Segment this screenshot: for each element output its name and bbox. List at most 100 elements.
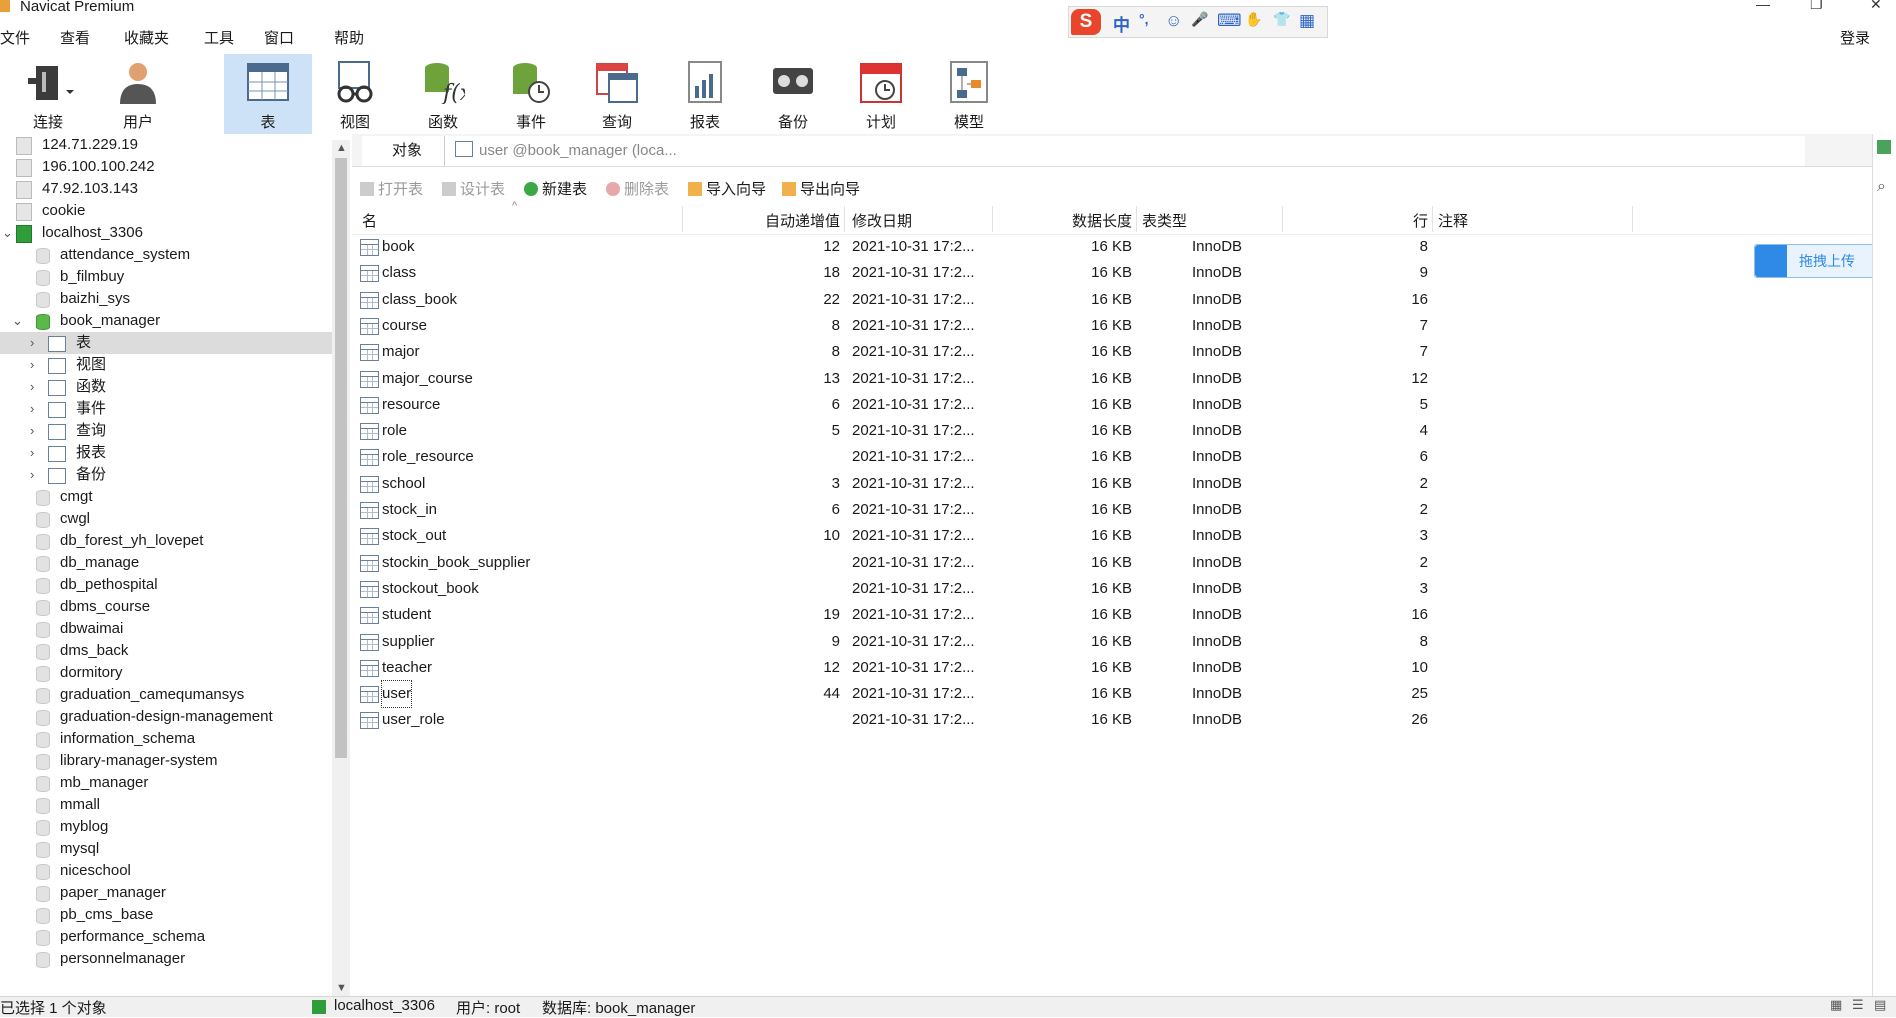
database-item[interactable]: library-manager-system <box>0 750 332 772</box>
table-row[interactable]: major 8 2021-10-31 17:2... 16 KB InnoDB 7 <box>352 339 1896 365</box>
database-item[interactable]: dms_back <box>0 640 332 662</box>
table-row[interactable]: school 3 2021-10-31 17:2... 16 KB InnoDB 2 <box>352 471 1896 497</box>
list-view-icon[interactable]: ☰ <box>1852 997 1864 1013</box>
database-object-folder[interactable]: › 视图 <box>0 354 332 376</box>
detail-view-icon[interactable]: ▤ <box>1874 997 1886 1013</box>
scroll-down-icon[interactable]: ▼ <box>336 982 347 994</box>
database-item[interactable]: db_pethospital <box>0 574 332 596</box>
col-modified-header[interactable]: 修改日期 <box>852 210 912 231</box>
database-item[interactable]: dormitory <box>0 662 332 684</box>
database-item[interactable]: mb_manager <box>0 772 332 794</box>
database-object-folder[interactable]: › 函数 <box>0 376 332 398</box>
database-item[interactable]: cwgl <box>0 508 332 530</box>
export-wizard-button[interactable]: 导出向导 <box>782 178 860 199</box>
tab-objects[interactable]: 对象 <box>362 136 452 166</box>
table-row[interactable]: role_resource 2021-10-31 17:2... 16 KB Inno… <box>352 444 1896 470</box>
connection-item[interactable]: 47.92.103.143 <box>0 178 332 200</box>
connection-item-localhost[interactable]: ⌄ localhost_3306 <box>0 222 332 244</box>
design-table-button[interactable]: 设计表 <box>442 178 505 199</box>
col-engine-header[interactable]: 表类型 <box>1142 210 1187 231</box>
database-item[interactable]: myblog <box>0 816 332 838</box>
toolbar-model-button[interactable]: 模型 <box>932 54 1006 134</box>
tab-manager-icon[interactable] <box>1877 140 1891 154</box>
table-row[interactable]: major_course 13 2021-10-31 17:2... 16 KB Inn… <box>352 366 1896 392</box>
col-name-header[interactable]: 名 <box>362 210 377 231</box>
restore-icon[interactable]: ❐ <box>1810 0 1823 13</box>
grid-view-icon[interactable]: ▦ <box>1830 997 1842 1013</box>
chevron-right-icon[interactable]: › <box>30 420 34 442</box>
toolbar-backup-button[interactable]: 备份 <box>756 54 830 134</box>
database-item[interactable]: mysql <box>0 838 332 860</box>
menu-tools[interactable]: 工具 <box>204 27 234 48</box>
col-autoinc-header[interactable]: 自动递增值 <box>762 210 840 231</box>
database-item[interactable]: b_filmbuy <box>0 266 332 288</box>
connection-item[interactable]: cookie <box>0 200 332 222</box>
menu-help[interactable]: 帮助 <box>334 27 364 48</box>
table-row[interactable]: teacher 12 2021-10-31 17:2... 16 KB InnoDB 10 <box>352 655 1896 681</box>
toolbar-function-button[interactable]: f(x) 函数 <box>406 54 480 134</box>
database-item-book-manager[interactable]: ⌄ book_manager <box>0 310 332 332</box>
table-row[interactable]: student 19 2021-10-31 17:2... 16 KB InnoDB 16 <box>352 602 1896 628</box>
database-item[interactable]: dbwaimai <box>0 618 332 640</box>
table-row[interactable]: stockout_book 2021-10-31 17:2... 16 KB Inno… <box>352 576 1896 602</box>
col-rows-header[interactable]: 行 <box>1352 210 1428 231</box>
col-datalen-header[interactable]: 数据长度 <box>1032 210 1132 231</box>
toolbar-schedule-button[interactable]: 计划 <box>844 54 918 134</box>
table-row[interactable]: user_role 2021-10-31 17:2... 16 KB InnoDB 26 <box>352 707 1896 733</box>
table-row[interactable]: course 8 2021-10-31 17:2... 16 KB InnoDB 7 <box>352 313 1896 339</box>
open-table-button[interactable]: 打开表 <box>360 178 423 199</box>
scroll-up-icon[interactable]: ▲ <box>336 142 347 154</box>
database-item[interactable]: information_schema <box>0 728 332 750</box>
database-item[interactable]: db_forest_yh_lovepet <box>0 530 332 552</box>
table-row[interactable]: class 18 2021-10-31 17:2... 16 KB InnoDB 9 <box>352 260 1896 286</box>
database-item[interactable]: graduation-design-management <box>0 706 332 728</box>
toolbar-view-button[interactable]: 视图 <box>318 54 392 134</box>
chevron-right-icon[interactable]: › <box>30 332 34 354</box>
search-icon[interactable]: ⌕ <box>1877 178 1886 196</box>
database-item[interactable]: paper_manager <box>0 882 332 904</box>
toolbar-user-button[interactable]: 用户 <box>98 54 178 134</box>
toolbar-connection-button[interactable]: 连接 <box>8 54 88 134</box>
menu-favorites[interactable]: 收藏夹 <box>124 27 169 48</box>
scrollbar-thumb[interactable] <box>335 158 347 758</box>
menu-view[interactable]: 查看 <box>60 27 90 48</box>
delete-table-button[interactable]: 删除表 <box>606 178 669 199</box>
menu-window[interactable]: 窗口 <box>264 27 294 48</box>
table-row[interactable]: user 44 2021-10-31 17:2... 16 KB InnoDB 25 <box>352 680 1896 708</box>
chevron-down-icon[interactable]: ⌄ <box>2 222 13 244</box>
close-icon[interactable]: ✕ <box>1870 0 1882 13</box>
database-item[interactable]: niceschool <box>0 860 332 882</box>
minimize-icon[interactable]: — <box>1756 0 1770 12</box>
database-item[interactable]: baizhi_sys <box>0 288 332 310</box>
database-item[interactable]: cmgt <box>0 486 332 508</box>
database-item[interactable]: mmall <box>0 794 332 816</box>
login-link[interactable]: 登录 <box>1840 27 1870 48</box>
database-object-folder[interactable]: › 表 <box>0 332 332 354</box>
database-item[interactable]: pb_cms_base <box>0 904 332 926</box>
toolbar-table-button[interactable]: 表 <box>224 54 312 134</box>
toolbar-report-button[interactable]: 报表 <box>668 54 742 134</box>
table-row[interactable]: book 12 2021-10-31 17:2... 16 KB InnoDB 8 <box>352 234 1896 260</box>
chevron-right-icon[interactable]: › <box>30 442 34 464</box>
menu-file[interactable]: 文件 <box>0 27 30 48</box>
col-comment-header[interactable]: 注释 <box>1438 210 1468 231</box>
database-item[interactable]: dbms_course <box>0 596 332 618</box>
database-item[interactable]: graduation_camequmansys <box>0 684 332 706</box>
table-row[interactable]: stock_out 10 2021-10-31 17:2... 16 KB InnoDB… <box>352 523 1896 549</box>
chevron-down-icon[interactable]: ⌄ <box>12 310 23 332</box>
tab-user-table[interactable]: user @book_manager (loca... <box>444 136 1805 166</box>
database-item[interactable]: performance_schema <box>0 926 332 948</box>
table-row[interactable]: role 5 2021-10-31 17:2... 16 KB InnoDB 4 <box>352 418 1896 444</box>
table-row[interactable]: stockin_book_supplier 2021-10-31 17:2... 1… <box>352 550 1896 576</box>
chevron-right-icon[interactable]: › <box>30 464 34 486</box>
database-object-folder[interactable]: › 查询 <box>0 420 332 442</box>
connection-item[interactable]: 124.71.229.19 <box>0 134 332 156</box>
database-object-folder[interactable]: › 报表 <box>0 442 332 464</box>
new-table-button[interactable]: 新建表 <box>524 178 587 199</box>
table-row[interactable]: resource 6 2021-10-31 17:2... 16 KB InnoDB 5 <box>352 392 1896 418</box>
database-item[interactable]: personnelmanager <box>0 948 332 970</box>
chevron-right-icon[interactable]: › <box>30 354 34 376</box>
sidebar-scrollbar[interactable]: ▲ ▼ <box>332 140 350 996</box>
drag-upload-button[interactable]: 拖拽上传 <box>1754 244 1884 278</box>
chevron-right-icon[interactable]: › <box>30 398 34 420</box>
